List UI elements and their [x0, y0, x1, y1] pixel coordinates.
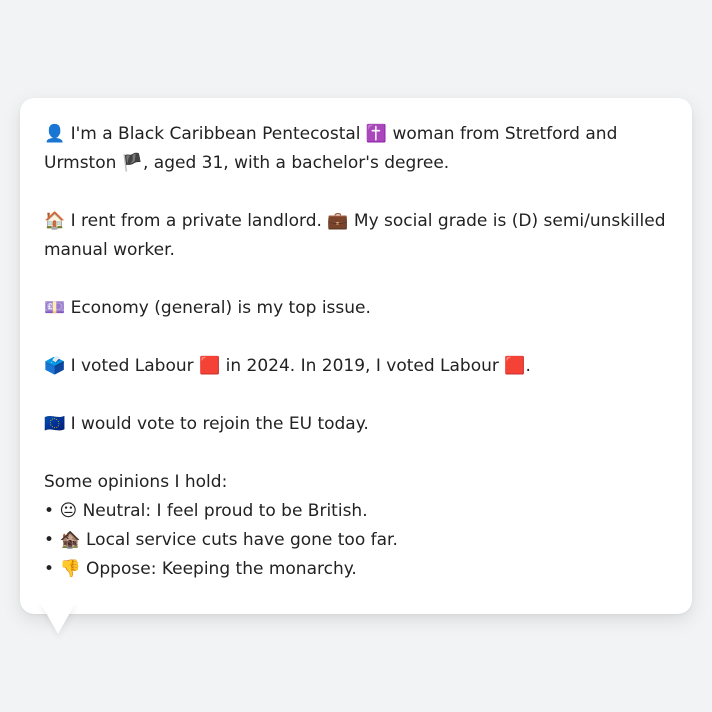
- housing-text-1: I rent from a private landlord.: [65, 211, 328, 231]
- eu-flag-icon: 🇪🇺: [44, 414, 66, 434]
- intro-text-1: I'm a Black Caribbean Pentecostal: [65, 124, 366, 144]
- bullet: •: [44, 501, 55, 521]
- opinion-text: Neutral: I feel proud to be British.: [77, 501, 368, 521]
- list-item: • 😐 Neutral: I feel proud to be British.: [44, 497, 668, 526]
- bullet: •: [44, 530, 55, 550]
- eu-paragraph: 🇪🇺 I would vote to rejoin the EU today.: [44, 410, 668, 439]
- intro-paragraph: 👤 I'm a Black Caribbean Pentecostal ✝️ w…: [44, 120, 668, 178]
- red-square-icon: 🟥: [199, 356, 221, 376]
- thumbs-down-icon: 👎: [59, 559, 81, 579]
- issue-text: Economy (general) is my top issue.: [65, 298, 371, 318]
- derelict-house-icon: 🏚️: [59, 530, 81, 550]
- opinion-text: Local service cuts have gone too far.: [80, 530, 398, 550]
- eu-text: I would vote to rejoin the EU today.: [65, 414, 369, 434]
- briefcase-icon: 💼: [327, 211, 349, 231]
- opinion-text: Oppose: Keeping the monarchy.: [80, 559, 357, 579]
- red-square-icon: 🟥: [504, 356, 526, 376]
- housing-paragraph: 🏠 I rent from a private landlord. 💼 My s…: [44, 207, 668, 265]
- speech-bubble-tail: [40, 602, 76, 634]
- vote-text-1: I voted Labour: [65, 356, 200, 376]
- persona-card: 👤 I'm a Black Caribbean Pentecostal ✝️ w…: [20, 98, 692, 614]
- opinions-heading: Some opinions I hold:: [44, 472, 228, 492]
- person-icon: 👤: [44, 124, 66, 144]
- neutral-face-icon: 😐: [59, 501, 78, 521]
- opinions-list: • 😐 Neutral: I feel proud to be British.…: [44, 497, 668, 584]
- england-flag-icon: 🏴: [121, 153, 143, 173]
- list-item: • 👎 Oppose: Keeping the monarchy.: [44, 555, 668, 584]
- intro-text-3: , aged 31, with a bachelor's degree.: [142, 153, 450, 173]
- list-item: • 🏚️ Local service cuts have gone too fa…: [44, 526, 668, 555]
- vote-text-2: in 2024. In 2019, I voted Labour: [220, 356, 505, 376]
- opinions-section: Some opinions I hold: • 😐 Neutral: I fee…: [44, 468, 668, 584]
- vote-paragraph: 🗳️ I voted Labour 🟥 in 2024. In 2019, I …: [44, 352, 668, 381]
- vote-text-3: .: [525, 356, 531, 376]
- cross-icon: ✝️: [365, 124, 388, 144]
- pound-banknote-icon: 💷: [44, 298, 66, 318]
- house-icon: 🏠: [44, 211, 66, 231]
- issue-paragraph: 💷 Economy (general) is my top issue.: [44, 294, 668, 323]
- ballot-box-icon: 🗳️: [44, 356, 66, 376]
- bullet: •: [44, 559, 55, 579]
